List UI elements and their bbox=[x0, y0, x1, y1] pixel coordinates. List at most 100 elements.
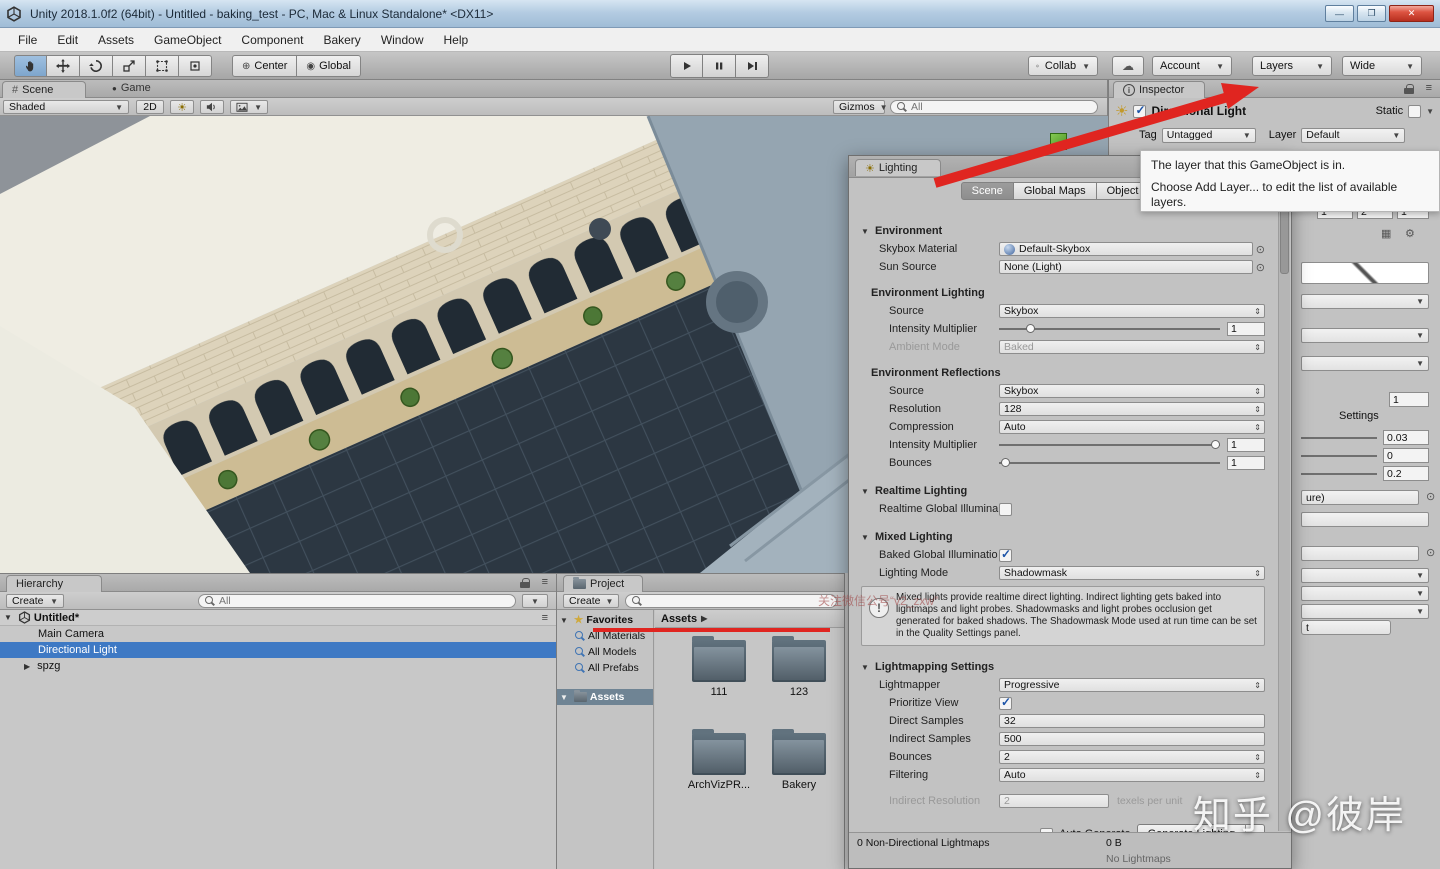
menu-file[interactable]: File bbox=[8, 28, 47, 51]
indirect-samples-field[interactable]: 500 bbox=[999, 732, 1265, 746]
partial-value-field[interactable]: 1 bbox=[1389, 392, 1429, 407]
env-reflections-source-dropdown[interactable]: Skybox ⇕ bbox=[999, 384, 1265, 398]
partial-field[interactable] bbox=[1301, 512, 1429, 527]
panel-menu-icon[interactable]: ≡ bbox=[542, 576, 548, 588]
menu-gameobject[interactable]: GameObject bbox=[144, 28, 231, 51]
project-create-dropdown[interactable]: Create ▼ bbox=[563, 594, 619, 608]
partial-dropdown[interactable]: ▼ bbox=[1301, 356, 1429, 371]
layout-dropdown[interactable]: Wide ▼ bbox=[1342, 56, 1422, 76]
hierarchy-search-field[interactable] bbox=[198, 594, 516, 608]
partial-value-field[interactable]: 0.03 bbox=[1383, 430, 1429, 445]
tab-game[interactable]: ● Game bbox=[112, 82, 151, 94]
chevron-down-icon[interactable]: ▼ bbox=[1426, 107, 1434, 116]
lighting-tab-global-maps[interactable]: Global Maps bbox=[1013, 182, 1097, 200]
partial-dropdown[interactable]: ▼ bbox=[1301, 294, 1429, 309]
lock-icon[interactable] bbox=[520, 578, 530, 588]
foldout-icon[interactable]: ▼ bbox=[4, 613, 12, 622]
tab-project[interactable]: Project bbox=[563, 575, 643, 592]
lighting-tab-scene[interactable]: Scene bbox=[960, 182, 1014, 200]
sun-source-field[interactable]: None (Light) bbox=[999, 260, 1253, 274]
scene-effects-dropdown[interactable]: ▼ bbox=[230, 100, 268, 114]
object-picker-icon[interactable]: ⊙ bbox=[1426, 490, 1435, 503]
transform-tool-button[interactable] bbox=[179, 55, 212, 77]
pivot-center-button[interactable]: ⊕ Center bbox=[232, 55, 298, 77]
lighting-scrollbar[interactable] bbox=[1278, 204, 1290, 831]
color-field[interactable] bbox=[1301, 262, 1429, 284]
reflections-bounces-slider[interactable]: 1 bbox=[999, 456, 1265, 470]
gear-icon[interactable]: ⚙ bbox=[1405, 227, 1415, 240]
realtime-lighting-header[interactable]: ▼ Realtime Lighting bbox=[849, 482, 1277, 500]
favorite-all-prefabs[interactable]: All Prefabs bbox=[557, 660, 653, 676]
slider-track[interactable] bbox=[999, 324, 1220, 333]
partial-dropdown[interactable]: ▼ bbox=[1301, 568, 1429, 583]
lightmapping-settings-header[interactable]: ▼ Lightmapping Settings bbox=[849, 658, 1277, 676]
breadcrumb[interactable]: Assets ▶ bbox=[655, 610, 844, 628]
layout-grid-icon[interactable]: ▦ bbox=[1381, 227, 1391, 240]
shading-mode-dropdown[interactable]: Shaded ▼ bbox=[3, 100, 129, 114]
folder-bakery[interactable]: Bakery bbox=[763, 729, 835, 791]
prioritize-view-checkbox[interactable] bbox=[999, 695, 1012, 710]
direct-samples-field[interactable]: 32 bbox=[999, 714, 1265, 728]
foldout-icon[interactable]: ▼ bbox=[861, 533, 869, 542]
2d-toggle-button[interactable]: 2D bbox=[136, 100, 164, 114]
hierarchy-create-dropdown[interactable]: Create ▼ bbox=[6, 594, 64, 608]
partial-value-field[interactable]: 0.2 bbox=[1383, 466, 1429, 481]
slider-track[interactable] bbox=[999, 458, 1220, 467]
tag-dropdown[interactable]: Untagged ▼ bbox=[1161, 127, 1256, 143]
folder-111[interactable]: 111 bbox=[683, 636, 755, 698]
scene-header-row[interactable]: ▼ Untitled* ≡ bbox=[0, 610, 556, 626]
tab-inspector[interactable]: i Inspector bbox=[1113, 81, 1205, 98]
hierarchy-filter-button[interactable]: ▼ bbox=[522, 594, 548, 608]
lightmapping-bounces-dropdown[interactable]: 2 ⇕ bbox=[999, 750, 1265, 764]
partial-object-field[interactable]: ure) bbox=[1301, 490, 1419, 505]
menu-window[interactable]: Window bbox=[371, 28, 434, 51]
slider-track[interactable] bbox=[1301, 455, 1377, 457]
move-tool-button[interactable] bbox=[47, 55, 80, 77]
panel-menu-icon[interactable]: ≡ bbox=[1426, 82, 1432, 94]
hierarchy-item-main-camera[interactable]: Main Camera bbox=[0, 626, 556, 642]
resolution-dropdown[interactable]: 128 ⇕ bbox=[999, 402, 1265, 416]
rect-tool-button[interactable] bbox=[146, 55, 179, 77]
reflections-intensity-value[interactable]: 1 bbox=[1227, 438, 1265, 452]
object-picker-icon[interactable]: ⊙ bbox=[1256, 261, 1265, 274]
lighting-mode-dropdown[interactable]: Shadowmask ⇕ bbox=[999, 566, 1265, 580]
partial-dropdown[interactable]: ▼ bbox=[1301, 586, 1429, 601]
close-button[interactable]: ✕ bbox=[1389, 5, 1434, 22]
slider-thumb[interactable] bbox=[1025, 324, 1035, 333]
lock-icon[interactable] bbox=[1404, 84, 1414, 94]
scene-lighting-toggle[interactable]: ☀ bbox=[170, 100, 194, 114]
partial-object-field[interactable] bbox=[1301, 546, 1419, 561]
step-button[interactable] bbox=[736, 54, 769, 78]
skybox-material-field[interactable]: Default-Skybox bbox=[999, 242, 1253, 256]
menu-bakery[interactable]: Bakery bbox=[313, 28, 370, 51]
collab-dropdown[interactable]: Collab ▼ bbox=[1028, 56, 1098, 76]
favorites-header[interactable]: ▼ ★ Favorites bbox=[557, 612, 653, 628]
scale-tool-button[interactable] bbox=[113, 55, 146, 77]
scrollbar-thumb[interactable] bbox=[1280, 206, 1289, 274]
menu-edit[interactable]: Edit bbox=[47, 28, 88, 51]
foldout-icon[interactable]: ▶ bbox=[24, 662, 30, 671]
minimize-button[interactable]: — bbox=[1325, 5, 1354, 22]
slider-track[interactable] bbox=[999, 440, 1221, 449]
slider-track[interactable] bbox=[1301, 473, 1377, 475]
foldout-icon[interactable]: ▼ bbox=[861, 227, 869, 236]
layers-dropdown[interactable]: Layers ▼ bbox=[1252, 56, 1332, 76]
env-lighting-source-dropdown[interactable]: Skybox ⇕ bbox=[999, 304, 1265, 318]
enabled-checkbox[interactable] bbox=[1133, 103, 1147, 118]
object-picker-icon[interactable]: ⊙ bbox=[1256, 243, 1265, 256]
scene-gizmo-cube[interactable] bbox=[1050, 133, 1067, 150]
play-button[interactable] bbox=[670, 54, 703, 78]
partial-value-field[interactable]: 0 bbox=[1383, 448, 1429, 463]
baked-gi-checkbox[interactable] bbox=[999, 547, 1012, 562]
slider-thumb[interactable] bbox=[1001, 458, 1011, 467]
menu-help[interactable]: Help bbox=[434, 28, 479, 51]
layer-dropdown[interactable]: Default ▼ bbox=[1301, 127, 1406, 143]
static-checkbox[interactable] bbox=[1408, 104, 1422, 118]
hierarchy-search-input[interactable] bbox=[219, 595, 509, 607]
account-dropdown[interactable]: Account ▼ bbox=[1152, 56, 1232, 76]
tab-lighting[interactable]: ☀ Lighting bbox=[855, 159, 941, 176]
hierarchy-item-spzg[interactable]: ▶ spzg bbox=[0, 658, 556, 674]
tab-scene[interactable]: # Scene bbox=[2, 81, 86, 98]
sidebar-assets-root[interactable]: ▼ Assets bbox=[557, 689, 653, 705]
scene-search-field[interactable] bbox=[890, 100, 1098, 114]
